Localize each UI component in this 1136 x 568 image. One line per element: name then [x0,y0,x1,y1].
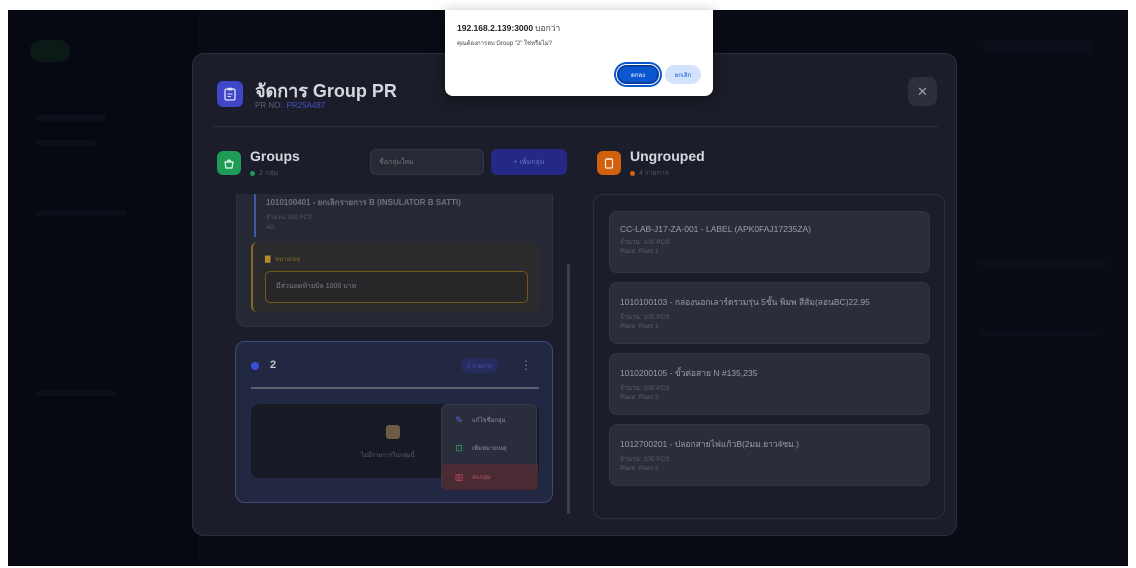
group-item-count-badge: 0 รายการ [461,358,499,373]
trash-icon: ▥ [454,472,464,482]
ungrouped-item-title: 1010100103 - กล่องนอกเลาร์ดรวมรุ่น 5ชั้น… [620,297,870,307]
menu-item-delete-label: ลบกลุ่ม [472,475,491,481]
dialog-cancel-button[interactable]: ยกเลิก [665,65,701,84]
ungrouped-item[interactable]: 1010100103 - กล่องนอกเลาร์ดรวมรุ่น 5ชั้น… [609,282,930,344]
group-options-menu: ✎ แก้ไขชื่อกลุ่ม ⊡ เพิ่มหมายเหตุ ▥ ลบกลุ่ม [441,404,538,490]
dialog-host: 192.168.2.139:3000 [457,23,534,33]
menu-item-add-note[interactable]: ⊡ เพิ่มหมายเหตุ [442,435,538,461]
ungrouped-item-qty: จำนวน: 100 PCS [620,314,670,321]
ungrouped-item[interactable]: 1012700201 - ปลอกสายไฟแก้วB(2มม.ยาว4ซม.)… [609,424,930,486]
group-item-plant: AD [266,225,275,231]
header-divider [213,126,938,127]
add-group-button[interactable]: + เพิ่มกลุ่ม [491,149,567,175]
close-button[interactable]: ✕ [908,77,937,106]
menu-item-delete-group[interactable]: ▥ ลบกลุ่ม [442,464,538,490]
groups-icon [217,151,241,175]
dialog-title: 192.168.2.139:3000 บอกว่า [457,21,560,35]
ungrouped-item-title: CC-LAB-J17-ZA-001 - LABEL (APK0FAJ17235Z… [620,224,812,234]
clipboard-icon [217,81,243,107]
ungrouped-item-title: 1010200105 - ขั้วต่อสาย N #135,235 [620,368,758,378]
ungrouped-item[interactable]: 1010200105 - ขั้วต่อสาย N #135,235 จำนวน… [609,353,930,415]
ungrouped-item-qty: จำนวน: 100 PCS [620,456,670,463]
ungrouped-item-plant: Plant: Plant 2 [620,394,659,401]
group-card: 1010100401 - ยกเลิกรายการ B (INSULATOR B… [236,194,553,327]
group-divider [251,387,539,389]
ungrouped-item-plant: Plant: Plant 2 [620,465,659,472]
menu-item-note-label: เพิ่มหมายเหตุ [472,446,507,452]
ungrouped-item-qty: จำนวน: 100 PCS [620,239,670,246]
menu-item-edit-name[interactable]: ✎ แก้ไขชื่อกลุ่ม [442,407,538,433]
ungrouped-panel: CC-LAB-J17-ZA-001 - LABEL (APK0FAJ17235Z… [593,194,945,519]
pr-number-value: PR25A487 [286,101,326,110]
ungrouped-count-text: 4 รายการ [639,170,669,177]
confirm-dialog: 192.168.2.139:3000 บอกว่า คุณต้องการลบ Gr… [445,10,713,96]
note-add-icon: ⊡ [455,443,463,453]
note-label-text: หมายเหตุ [275,257,301,263]
group-pr-modal: จัดการ Group PR PR NO: PR25A487 ✕ Groups … [192,53,957,536]
ungrouped-item-qty: จำนวน: 100 PCS [620,385,670,392]
pr-number-label: PR NO: [255,101,283,110]
box-icon [386,425,400,439]
dialog-message: คุณต้องการลบ Group "2" ใช่หรือไม่? [457,41,553,47]
ungrouped-item-title: 1012700201 - ปลอกสายไฟแก้วB(2มม.ยาว4ซม.) [620,439,799,449]
note-label: ▇ หมายเหตุ [265,254,300,264]
group-color-dot [251,362,259,370]
ungrouped-item-plant: Plant: Plant 1 [620,323,659,330]
ungrouped-item[interactable]: CC-LAB-J17-ZA-001 - LABEL (APK0FAJ17235Z… [609,211,930,273]
group-name-input[interactable] [370,149,484,175]
menu-item-edit-label: แก้ไขชื่อกลุ่ม [472,418,506,424]
pencil-icon: ✎ [455,415,463,425]
ungrouped-item-plant: Plant: Plant 1 [620,248,659,255]
dialog-ok-button[interactable]: ตกลง [617,65,659,84]
ungrouped-title: Ungrouped [630,148,705,164]
note-section: ▇ หมายเหตุ มีส่วนลดท้ายบิล 1000 บาท [251,242,541,312]
scrollbar-thumb[interactable] [567,264,570,514]
groups-panel[interactable]: 1010100401 - ยกเลิกรายการ B (INSULATOR B… [213,194,573,519]
pr-number: PR NO: PR25A487 [255,101,325,110]
note-icon: ▇ [265,256,271,263]
more-options-icon[interactable]: ⋮ [520,355,532,375]
ungrouped-icon [597,151,621,175]
group-item-qty: จำนวน: 100 PCS [266,215,312,221]
empty-group-text: ไม่มีรายการในกลุ่มนี้ [361,453,415,459]
groups-count-text: 2 กลุ่ม [259,170,278,177]
groups-count: 2 กลุ่ม [250,168,278,179]
dialog-host-suffix: บอกว่า [535,23,561,33]
group-item: 1010100401 - ยกเลิกรายการ B (INSULATOR B… [254,194,544,237]
ungrouped-count: 4 รายการ [630,168,669,179]
group-name: 2 [270,359,277,371]
note-text[interactable]: มีส่วนลดท้ายบิล 1000 บาท [265,271,528,303]
group-item-title: 1010100401 - ยกเลิกรายการ B (INSULATOR B… [266,198,461,207]
groups-title: Groups [250,148,300,164]
